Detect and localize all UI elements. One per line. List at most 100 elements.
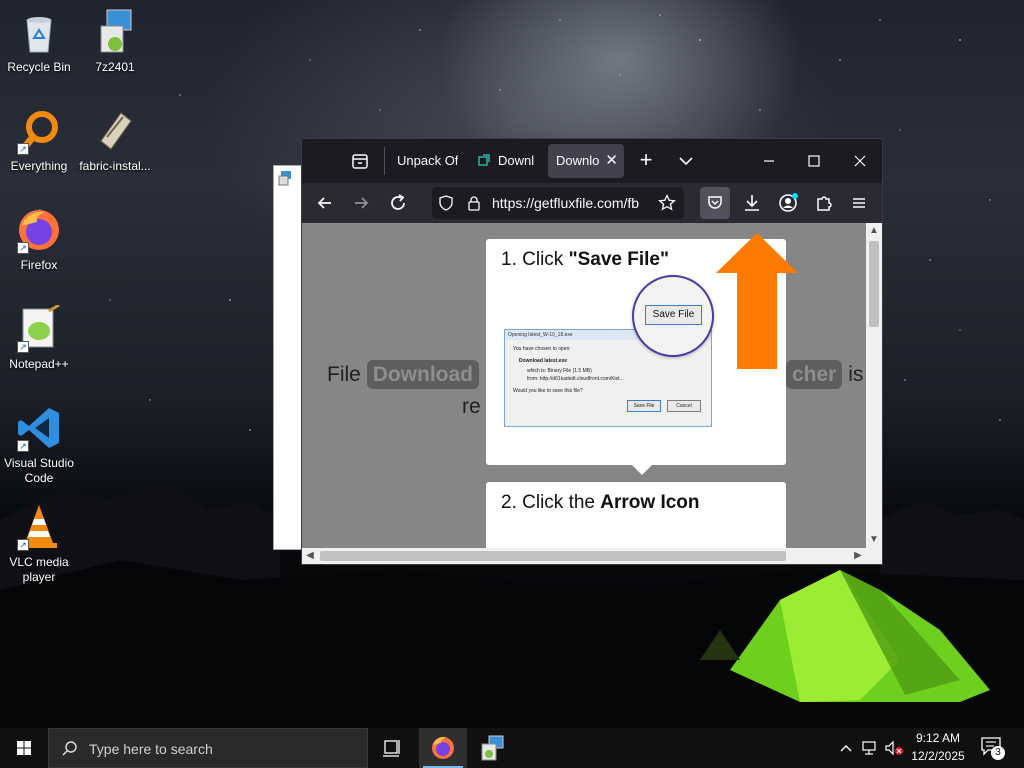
shortcut-arrow-icon: ↗ bbox=[17, 143, 29, 155]
windows-start-icon[interactable] bbox=[0, 728, 48, 768]
vlc-cone-icon: ↗ bbox=[15, 503, 63, 551]
shield-icon[interactable] bbox=[438, 195, 454, 211]
step1-title: 1. Click "Save File" bbox=[501, 249, 669, 271]
show-hidden-icons-chevron-icon[interactable] bbox=[838, 740, 854, 756]
site-favicon-icon bbox=[478, 154, 490, 166]
step2-emphasis: Arrow Icon bbox=[600, 492, 700, 513]
shortcut-arrow-icon: ↗ bbox=[17, 440, 29, 452]
notification-count-badge: 3 bbox=[991, 746, 1005, 760]
url-text[interactable]: https://getfluxfile.com/fb bbox=[492, 187, 648, 219]
pocket-button[interactable] bbox=[700, 187, 730, 219]
vertical-scrollbar[interactable]: ▲ ▼ bbox=[866, 223, 882, 548]
notepad-plus-plus-icon: ↗ bbox=[15, 303, 63, 353]
orange-up-arrow-icon bbox=[716, 233, 798, 369]
desktop-icon-label: fabric-instal... bbox=[79, 159, 151, 173]
desktop-icon-notepad-plus-plus[interactable]: ↗ Notepad++ bbox=[1, 303, 77, 372]
horizontal-scroll-thumb[interactable] bbox=[320, 551, 786, 561]
scroll-down-arrow-icon[interactable]: ▼ bbox=[866, 532, 882, 548]
shortcut-arrow-icon: ↗ bbox=[17, 539, 29, 551]
lock-icon[interactable] bbox=[466, 195, 482, 211]
desktop-icon-label: Firefox bbox=[20, 258, 58, 272]
scroll-left-arrow-icon[interactable]: ◀ bbox=[302, 548, 318, 564]
tab-label: Downlo bbox=[556, 153, 600, 168]
desktop-icon-7z2401[interactable]: 7z2401 bbox=[77, 8, 153, 75]
navigation-toolbar: https://getfluxfile.com/fb bbox=[302, 183, 882, 223]
vscode-icon: ↗ bbox=[15, 404, 63, 452]
tab-label: Unpack Of bbox=[397, 153, 458, 168]
vertical-scroll-thumb[interactable] bbox=[869, 241, 879, 327]
address-bar[interactable]: https://getfluxfile.com/fb bbox=[432, 187, 684, 219]
tab-unpack[interactable]: Unpack Of bbox=[390, 144, 458, 178]
firefox-icon: ↗ bbox=[15, 206, 63, 254]
shortcut-arrow-icon: ↗ bbox=[17, 341, 29, 353]
installer-icon bbox=[481, 735, 504, 761]
clock-time[interactable]: 9:12 AM bbox=[906, 731, 970, 745]
card-pointer bbox=[632, 465, 652, 475]
taskbar-installer[interactable] bbox=[467, 728, 515, 768]
firefox-icon bbox=[432, 736, 454, 759]
step2-prefix: 2. Click the bbox=[501, 492, 601, 513]
firefox-view-icon[interactable] bbox=[349, 150, 371, 172]
search-icon bbox=[62, 741, 77, 756]
bookmark-star-icon[interactable] bbox=[658, 194, 676, 212]
magnified-save-button: Save File bbox=[645, 305, 702, 325]
tab-download-active[interactable]: Downlo ✕ bbox=[548, 144, 624, 178]
list-all-tabs-chevron-icon[interactable] bbox=[674, 149, 698, 173]
desktop-icon-label: Notepad++ bbox=[9, 357, 69, 371]
download-arrow-icon[interactable] bbox=[740, 191, 764, 215]
download-pill: Download bbox=[366, 360, 480, 389]
firefox-window: Unpack Of Downl Downlo ✕ + https://getfl… bbox=[301, 138, 883, 565]
desktop-icon-label: VLC media player bbox=[9, 555, 69, 584]
scroll-right-arrow-icon[interactable]: ▶ bbox=[850, 548, 866, 564]
dialog-question: Would you like to save this file? bbox=[513, 388, 583, 394]
clock-date[interactable]: 12/2/2025 bbox=[906, 749, 970, 763]
desktop-icon-label: Recycle Bin bbox=[7, 60, 71, 74]
account-icon[interactable] bbox=[776, 191, 800, 215]
scroll-up-arrow-icon[interactable]: ▲ bbox=[866, 223, 882, 239]
task-view-icon[interactable] bbox=[368, 728, 416, 768]
volume-muted-icon[interactable] bbox=[884, 740, 904, 756]
close-tab-icon[interactable]: ✕ bbox=[605, 144, 618, 178]
fabric-icon bbox=[91, 107, 139, 155]
desktop-icon-visual-studio-code[interactable]: ↗ Visual Studio Code bbox=[1, 404, 77, 486]
new-tab-button[interactable]: + bbox=[634, 149, 658, 173]
taskbar-firefox[interactable] bbox=[419, 728, 467, 768]
desktop-icon-vlc[interactable]: ↗ VLC media player bbox=[1, 503, 77, 585]
recycle-bin-icon bbox=[15, 8, 63, 56]
dialog-chosen-text: You have chosen to open: bbox=[513, 346, 571, 352]
tab-separator bbox=[384, 147, 385, 175]
dialog-file-source: from: http://d61kadedt.cloudfront.com/Ki… bbox=[527, 376, 624, 382]
dialog-file-name: Download latest.exe bbox=[519, 358, 568, 364]
desktop-icon-firefox[interactable]: ↗ Firefox bbox=[1, 206, 77, 273]
reload-icon[interactable] bbox=[386, 191, 410, 215]
horizontal-scrollbar[interactable]: ◀ ▶ bbox=[302, 548, 882, 564]
magnifier-icon: ↗ bbox=[15, 107, 63, 155]
taskbar: Type here to search 9:12 AM 12/2/2025 3 bbox=[0, 728, 1024, 768]
extensions-puzzle-icon[interactable] bbox=[812, 191, 836, 215]
back-arrow-icon[interactable] bbox=[313, 191, 337, 215]
installer-icon bbox=[278, 171, 291, 186]
desktop-icon-label: 7z2401 bbox=[95, 60, 135, 74]
action-center-button[interactable]: 3 bbox=[980, 736, 1008, 762]
search-placeholder: Type here to search bbox=[89, 741, 213, 757]
desktop-icon-recycle-bin[interactable]: Recycle Bin bbox=[1, 8, 77, 75]
tab-download-1[interactable]: Downl bbox=[467, 144, 539, 178]
desktop-icon-everything[interactable]: ↗ Everything bbox=[1, 107, 77, 174]
network-icon[interactable] bbox=[861, 740, 879, 756]
desktop-icon-label: Visual Studio Code bbox=[4, 456, 74, 485]
instruction-card-step2: 2. Click the Arrow Icon bbox=[486, 482, 786, 548]
step1-emphasis: "Save File" bbox=[568, 249, 669, 270]
forward-arrow-icon[interactable] bbox=[349, 191, 373, 215]
dialog-save-button: Save File bbox=[627, 400, 661, 412]
desktop-icon-label: Everything bbox=[10, 159, 68, 173]
taskbar-search-box[interactable]: Type here to search bbox=[48, 728, 368, 768]
hamburger-menu-icon[interactable] bbox=[847, 191, 871, 215]
heading-text: File bbox=[327, 363, 361, 386]
tab-bar: Unpack Of Downl Downlo ✕ + bbox=[302, 139, 882, 183]
maximize-icon[interactable] bbox=[802, 149, 826, 173]
background-installer-window[interactable] bbox=[273, 165, 303, 550]
desktop-icon-fabric-installer[interactable]: fabric-instal... bbox=[77, 107, 153, 174]
close-window-icon[interactable] bbox=[848, 149, 872, 173]
dialog-file-type: which is: Binary File (1.5 MB) bbox=[527, 368, 592, 374]
minimize-icon[interactable] bbox=[757, 149, 781, 173]
